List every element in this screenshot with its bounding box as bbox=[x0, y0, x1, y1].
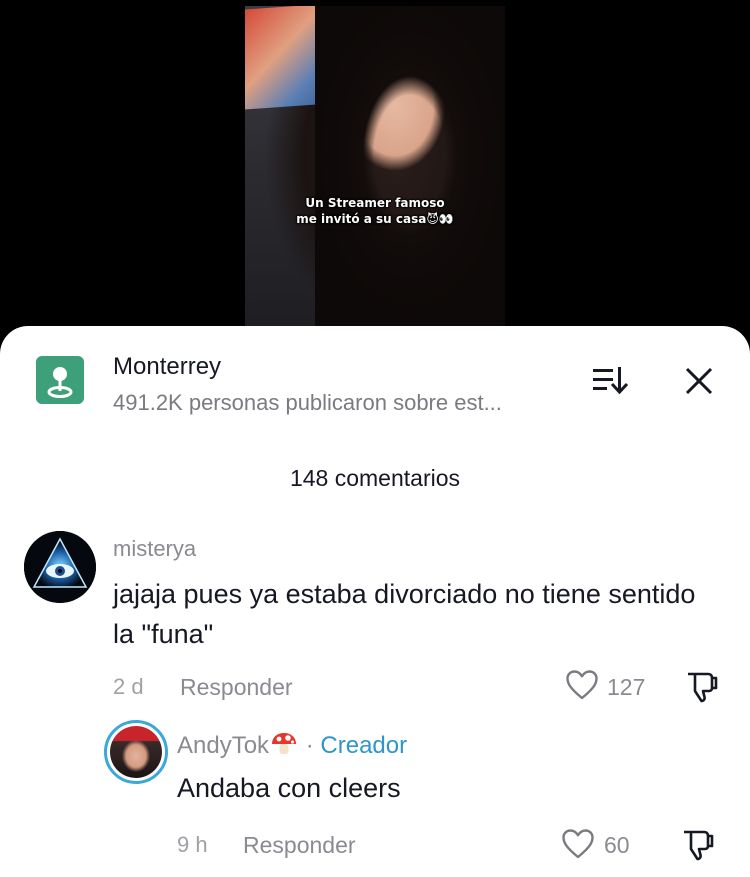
creator-badge: Creador bbox=[320, 732, 408, 759]
avatar[interactable] bbox=[104, 720, 168, 784]
heart-icon[interactable] bbox=[565, 669, 599, 701]
comment-text: Andaba con cleers bbox=[177, 773, 401, 803]
location-title[interactable]: Monterrey bbox=[113, 353, 221, 381]
comment-time: 2 d bbox=[113, 674, 144, 699]
mushroom-icon bbox=[269, 731, 299, 757]
video-caption-line2: me invitó a su casa😈👀 bbox=[296, 212, 454, 226]
heart-icon[interactable] bbox=[561, 828, 595, 860]
video-subject bbox=[315, 6, 505, 330]
comment-time: 9 h bbox=[177, 832, 208, 857]
location-subtitle[interactable]: 491.2K personas publicaron sobre est... bbox=[113, 390, 553, 416]
dislike-icon[interactable] bbox=[684, 670, 720, 704]
reply-button[interactable]: Responder bbox=[180, 674, 293, 701]
comment-username[interactable]: misterya bbox=[113, 536, 196, 562]
badge-separator: · bbox=[299, 732, 321, 759]
video-caption-line1: Un Streamer famoso bbox=[305, 196, 445, 210]
video-player[interactable]: Un Streamer famoso me invitó a su casa😈👀 bbox=[0, 0, 750, 330]
like-count: 60 bbox=[604, 832, 630, 858]
comment-username[interactable]: AndyTok bbox=[177, 732, 269, 759]
dislike-icon[interactable] bbox=[680, 828, 716, 862]
comment-text: jajaja pues ya estaba divorciado no tien… bbox=[113, 579, 696, 649]
sort-icon[interactable] bbox=[590, 364, 630, 398]
reply-button[interactable]: Responder bbox=[243, 832, 356, 859]
avatar-image bbox=[110, 726, 162, 778]
reply-header: AndyTok · Creador bbox=[177, 731, 407, 760]
avatar[interactable] bbox=[24, 531, 96, 603]
comments-sheet: Monterrey 491.2K personas publicaron sob… bbox=[0, 326, 750, 877]
close-icon[interactable] bbox=[682, 364, 716, 398]
location-pin-icon[interactable] bbox=[36, 356, 84, 404]
comments-count: 148 comentarios bbox=[289, 465, 461, 491]
like-count: 127 bbox=[607, 674, 646, 700]
video-thumbnail[interactable]: Un Streamer famoso me invitó a su casa😈👀 bbox=[245, 6, 505, 330]
